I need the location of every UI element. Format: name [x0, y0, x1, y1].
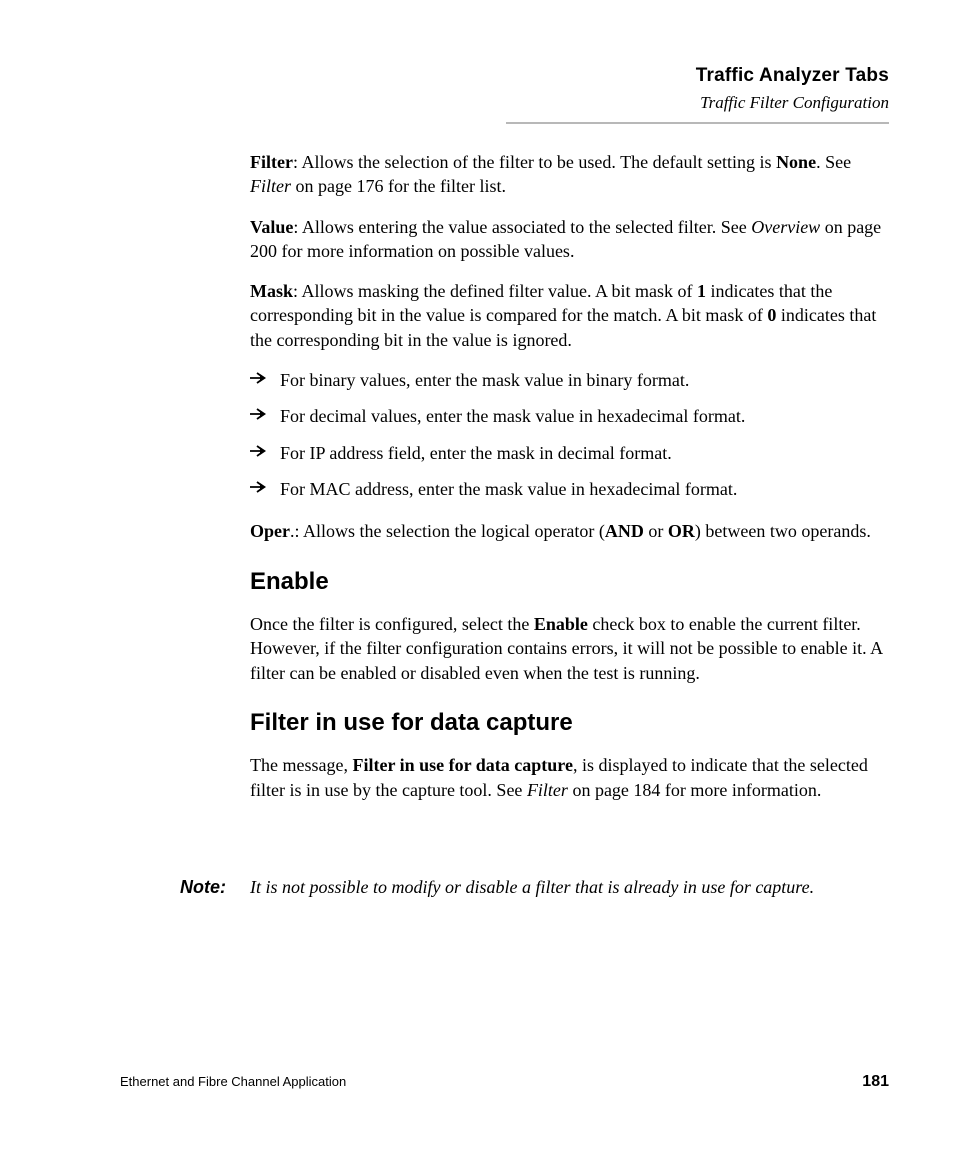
capture-text1: The message,	[250, 755, 352, 775]
enable-text1: Once the filter is configured, select th…	[250, 614, 534, 634]
oper-and: AND	[605, 521, 644, 541]
bullet-text: For decimal values, enter the mask value…	[280, 404, 889, 428]
oper-text1: .: Allows the selection the logical oper…	[290, 521, 605, 541]
mask-text1: : Allows masking the defined filter valu…	[293, 281, 697, 301]
oper-paragraph: Oper.: Allows the selection the logical …	[250, 519, 889, 543]
page-content: Filter: Allows the selection of the filt…	[250, 150, 889, 818]
enable-paragraph: Once the filter is configured, select th…	[250, 612, 889, 685]
page-header: Traffic Analyzer Tabs Traffic Filter Con…	[696, 65, 889, 113]
value-ref: Overview	[751, 217, 820, 237]
arrow-icon	[250, 404, 280, 420]
capture-paragraph: The message, Filter in use for data capt…	[250, 753, 889, 802]
capture-ref: Filter	[527, 780, 568, 800]
list-item: For MAC address, enter the mask value in…	[250, 477, 889, 501]
value-text1: : Allows entering the value associated t…	[293, 217, 751, 237]
oper-text2: or	[644, 521, 668, 541]
note-label: Note:	[180, 875, 250, 899]
bullet-text: For IP address field, enter the mask in …	[280, 441, 889, 465]
arrow-icon	[250, 368, 280, 384]
list-item: For decimal values, enter the mask value…	[250, 404, 889, 428]
mask-paragraph: Mask: Allows masking the defined filter …	[250, 279, 889, 352]
list-item: For IP address field, enter the mask in …	[250, 441, 889, 465]
mask-one: 1	[697, 281, 706, 301]
footer-left: Ethernet and Fibre Channel Application	[120, 1074, 346, 1089]
bullet-text: For MAC address, enter the mask value in…	[280, 477, 889, 501]
enable-heading: Enable	[250, 566, 889, 598]
filter-text2: . See	[816, 152, 851, 172]
value-label: Value	[250, 217, 293, 237]
capture-text3: on page 184 for more information.	[568, 780, 821, 800]
filter-paragraph: Filter: Allows the selection of the filt…	[250, 150, 889, 199]
oper-text3: ) between two operands.	[695, 521, 871, 541]
filter-text1: : Allows the selection of the filter to …	[293, 152, 776, 172]
filter-label: Filter	[250, 152, 293, 172]
oper-label: Oper	[250, 521, 290, 541]
filter-text3: on page 176 for the filter list.	[291, 176, 506, 196]
enable-bold: Enable	[534, 614, 588, 634]
list-item: For binary values, enter the mask value …	[250, 368, 889, 392]
mask-bullet-list: For binary values, enter the mask value …	[250, 368, 889, 501]
bullet-text: For binary values, enter the mask value …	[280, 368, 889, 392]
note-block: Note: It is not possible to modify or di…	[180, 875, 889, 899]
note-body: It is not possible to modify or disable …	[250, 875, 889, 899]
oper-or: OR	[668, 521, 695, 541]
mask-label: Mask	[250, 281, 293, 301]
value-paragraph: Value: Allows entering the value associa…	[250, 215, 889, 264]
header-subtitle: Traffic Filter Configuration	[696, 93, 889, 113]
filter-ref: Filter	[250, 176, 291, 196]
capture-heading: Filter in use for data capture	[250, 707, 889, 739]
header-title: Traffic Analyzer Tabs	[696, 65, 889, 87]
capture-bold: Filter in use for data capture	[352, 755, 572, 775]
filter-none: None	[776, 152, 816, 172]
arrow-icon	[250, 441, 280, 457]
page-number: 181	[862, 1073, 889, 1091]
arrow-icon	[250, 477, 280, 493]
header-rule	[506, 122, 889, 124]
page-footer: Ethernet and Fibre Channel Application 1…	[120, 1073, 889, 1091]
